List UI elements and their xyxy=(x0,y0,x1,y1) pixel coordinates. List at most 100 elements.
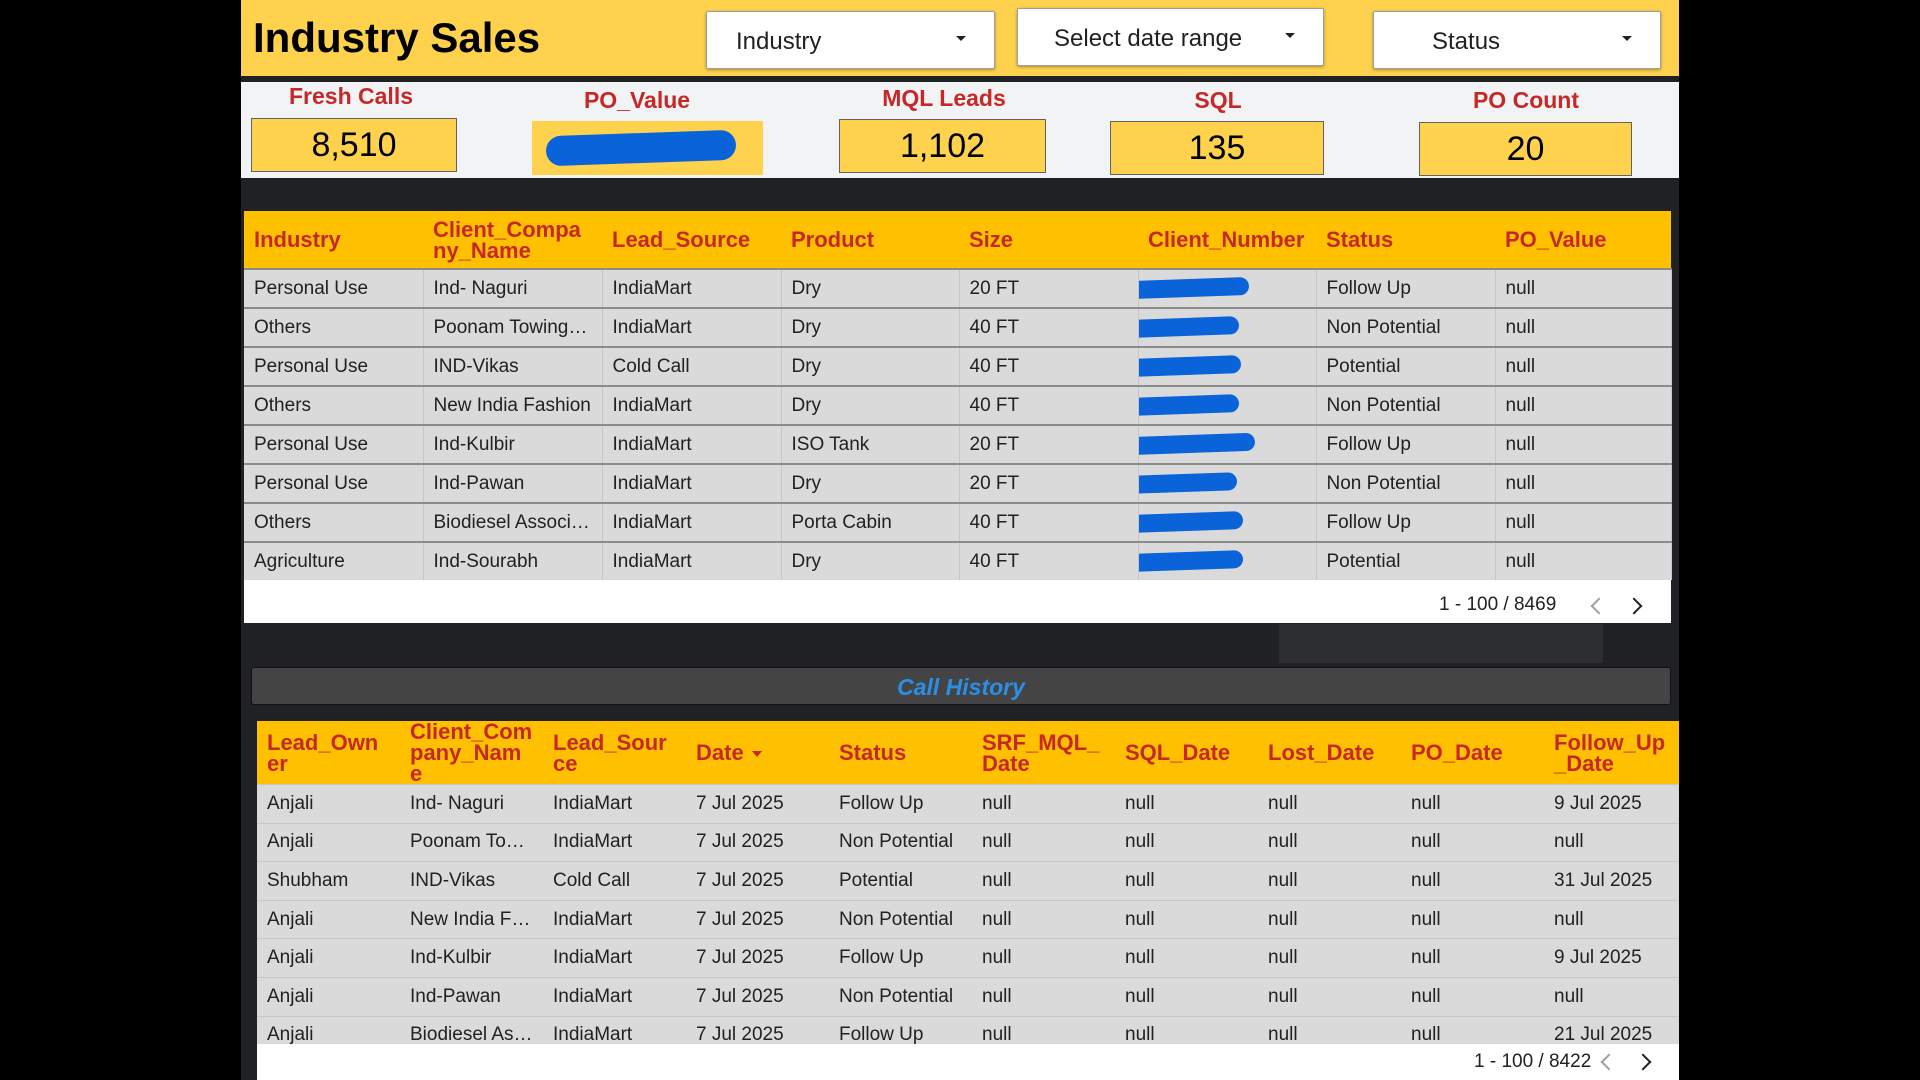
kpi-title-po-count: PO Count xyxy=(1472,87,1580,113)
table-row[interactable]: Anjali Ind-Kulbir IndiaMart 7 Jul 2025 F… xyxy=(257,938,1679,978)
table-cell: null xyxy=(1401,822,1544,862)
table-cell: null xyxy=(1495,541,1672,580)
client-number-cell xyxy=(1138,541,1317,580)
table-cell: IndiaMart xyxy=(602,463,782,503)
industry-filter-dropdown[interactable]: Industry xyxy=(706,11,995,69)
table-cell: Follow Up xyxy=(1316,268,1496,308)
column-header[interactable]: Lost_Date xyxy=(1258,721,1401,785)
column-header[interactable]: Status xyxy=(829,721,972,785)
client-number-cell xyxy=(1138,463,1317,503)
table-cell: Others xyxy=(244,385,424,425)
table-cell: null xyxy=(1495,502,1672,542)
table-cell: Shubham xyxy=(257,861,400,901)
kpi-title-sql: SQL xyxy=(1194,87,1242,113)
table-row[interactable]: Anjali Ind-Pawan IndiaMart 7 Jul 2025 No… xyxy=(257,976,1679,1017)
table-row[interactable]: Personal Use Ind-Pawan IndiaMart Dry 20 … xyxy=(244,463,1672,503)
call-history-table: Lead_Owner Client_Company_Name Lead_Sour… xyxy=(257,721,1679,1055)
column-header[interactable]: Lead_Source xyxy=(602,211,781,269)
leads-table: Industry Client_Company_Name Lead_Source… xyxy=(244,211,1672,580)
caret-down-icon xyxy=(1622,36,1632,41)
table-row[interactable]: Anjali Poonam Towing Service IndiaMart 7… xyxy=(257,822,1679,862)
table-cell: null xyxy=(1258,861,1401,901)
chevron-right-icon[interactable] xyxy=(1625,597,1643,615)
table-cell: null xyxy=(1258,938,1401,978)
table-cell: 7 Jul 2025 xyxy=(686,822,829,862)
column-header[interactable]: Product xyxy=(781,211,959,269)
table-cell: Follow Up xyxy=(829,784,972,824)
column-header[interactable]: Status xyxy=(1316,211,1495,269)
table-cell: 40 FT xyxy=(959,307,1139,347)
column-header-date-label: Date xyxy=(696,740,744,765)
column-header[interactable]: Size xyxy=(959,211,1138,269)
column-header[interactable]: Lead_Source xyxy=(543,721,686,785)
chevron-left-icon[interactable] xyxy=(1600,1053,1618,1071)
table-cell: Poonam Towing Service xyxy=(400,822,543,862)
table-row[interactable]: Personal Use Ind- Naguri IndiaMart Dry 2… xyxy=(244,268,1672,308)
chevron-left-icon[interactable] xyxy=(1590,597,1608,615)
table-cell: Non Potential xyxy=(829,976,972,1017)
table-row[interactable]: Personal Use Ind-Kulbir IndiaMart ISO Ta… xyxy=(244,424,1672,464)
column-header[interactable]: SQL_Date xyxy=(1115,721,1258,785)
column-header[interactable]: Lead_Owner xyxy=(257,721,400,785)
column-header-date[interactable]: Date xyxy=(686,721,829,785)
redaction-mark xyxy=(1138,276,1249,300)
table-cell: Others xyxy=(244,307,424,347)
table-cell: Dry xyxy=(781,346,960,386)
table-cell: Anjali xyxy=(257,899,400,939)
column-header[interactable]: Industry xyxy=(244,211,423,269)
table-cell: IndiaMart xyxy=(543,976,686,1017)
table-row[interactable]: Personal Use IND-Vikas Cold Call Dry 40 … xyxy=(244,346,1672,386)
table-cell: Ind- Naguri xyxy=(423,268,603,308)
chevron-right-icon[interactable] xyxy=(1634,1053,1652,1071)
table-cell: New India Fashion xyxy=(400,899,543,939)
table-cell: null xyxy=(1115,822,1258,862)
table-cell: Cold Call xyxy=(602,346,782,386)
table-row[interactable]: Others New India Fashion IndiaMart Dry 4… xyxy=(244,385,1672,425)
status-filter-dropdown[interactable]: Status xyxy=(1373,11,1661,69)
table-cell: null xyxy=(1544,899,1679,939)
table-cell: IndiaMart xyxy=(543,784,686,824)
table-row[interactable]: Others Poonam Towing Service IndiaMart D… xyxy=(244,307,1672,347)
table-cell: ISO Tank xyxy=(781,424,960,464)
table-cell: null xyxy=(1401,784,1544,824)
kpi-title-fresh-calls: Fresh Calls xyxy=(289,83,413,109)
table-row[interactable]: Anjali New India Fashion IndiaMart 7 Jul… xyxy=(257,899,1679,939)
date-range-picker[interactable]: Select date range xyxy=(1017,8,1324,66)
table-row[interactable]: Others Biodiesel Association IndiaMart P… xyxy=(244,502,1672,542)
table-cell: null xyxy=(972,784,1115,824)
table-cell: Agriculture xyxy=(244,541,424,580)
page-title: Industry Sales xyxy=(253,14,541,61)
table-cell: Non Potential xyxy=(829,899,972,939)
client-number-cell xyxy=(1138,346,1317,386)
table-cell: 7 Jul 2025 xyxy=(686,899,829,939)
kpi-title-mql-leads: MQL Leads xyxy=(882,85,1006,111)
column-header[interactable]: Client_Number xyxy=(1138,211,1316,269)
caret-down-icon xyxy=(1285,33,1295,38)
table-cell: 7 Jul 2025 xyxy=(686,938,829,978)
table-cell: Non Potential xyxy=(1316,307,1496,347)
column-header[interactable]: PO_Date xyxy=(1401,721,1544,785)
table-row[interactable]: Agriculture Ind-Sourabh IndiaMart Dry 40… xyxy=(244,541,1672,580)
table-cell: null xyxy=(972,976,1115,1017)
table-cell: Follow Up xyxy=(829,938,972,978)
column-header[interactable]: Client_Company_Name xyxy=(423,211,602,269)
table-cell: Ind- Naguri xyxy=(400,784,543,824)
table-cell: null xyxy=(1495,307,1672,347)
column-header[interactable]: Client_Company_Name xyxy=(400,721,543,785)
table-row[interactable]: Anjali Ind- Naguri IndiaMart 7 Jul 2025 … xyxy=(257,784,1679,824)
table-cell: Ind-Pawan xyxy=(400,976,543,1017)
table-cell: null xyxy=(1258,899,1401,939)
table-cell: IndiaMart xyxy=(602,502,782,542)
column-header[interactable]: Follow_Up_Date xyxy=(1544,721,1679,785)
column-header[interactable]: PO_Value xyxy=(1495,211,1671,269)
table-cell: 40 FT xyxy=(959,541,1139,580)
table-row[interactable]: Shubham IND-Vikas Cold Call 7 Jul 2025 P… xyxy=(257,861,1679,901)
column-header[interactable]: SRF_MQL_Date xyxy=(972,721,1115,785)
redaction-mark xyxy=(1138,394,1239,416)
table-cell: null xyxy=(1258,784,1401,824)
table-cell: Ind-Kulbir xyxy=(423,424,603,464)
table-cell: null xyxy=(972,899,1115,939)
table-cell: Ind-Pawan xyxy=(423,463,603,503)
table-cell: New India Fashion xyxy=(423,385,603,425)
table-cell: Potential xyxy=(829,861,972,901)
